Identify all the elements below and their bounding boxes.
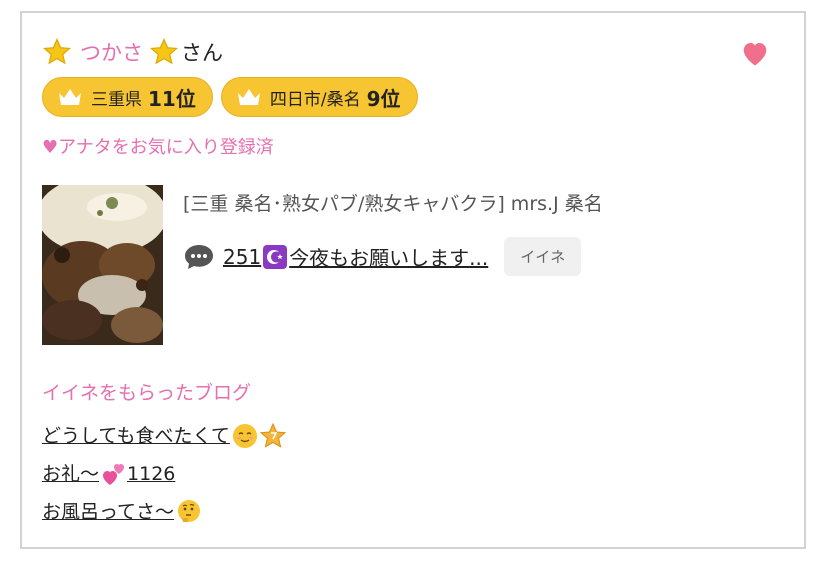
blog-title: どうしても食べたくて xyxy=(42,425,230,447)
crown-icon xyxy=(237,89,260,105)
ranking-badges: 三重県 11位 四日市/桑名 9位 xyxy=(42,77,418,117)
star-and-crescent-icon xyxy=(263,244,288,269)
liked-blogs-list: どうしても食べたくて お礼〜 1126 お風呂ってさ〜 xyxy=(42,417,286,531)
badge-label: 三重県 xyxy=(91,89,142,110)
shop-name: [三重 桑名･熟女パブ/熟女キャバクラ] mrs.J 桑名 xyxy=(183,193,603,215)
relieved-face-icon xyxy=(232,424,257,448)
heart-icon[interactable] xyxy=(740,39,770,67)
crown-icon xyxy=(59,89,81,105)
blog-link[interactable]: お風呂ってさ〜 xyxy=(42,493,286,531)
latest-post-row: 251 今夜もお願いします... イイネ xyxy=(183,237,582,276)
blog-title-suffix: 1126 xyxy=(127,463,176,485)
favorite-status: ♥アナタをお気に入り登録済 xyxy=(42,137,274,158)
like-button[interactable]: イイネ xyxy=(504,237,582,276)
post-thumbnail[interactable] xyxy=(42,185,163,345)
star-sparkle-icon xyxy=(259,423,286,448)
thinking-face-icon xyxy=(178,500,201,522)
badge-label: 四日市/桑名 xyxy=(269,89,361,110)
user-name-row: つかさ さん xyxy=(42,37,223,67)
honorific: さん xyxy=(181,41,223,65)
star-icon xyxy=(42,37,72,65)
user-card: つかさ さん 三重県 11位 四日市/桑名 9位 ♥アナタをお気に入り登録済 [… xyxy=(20,11,806,549)
comment-bubble-icon xyxy=(185,244,213,269)
user-name[interactable]: つかさ xyxy=(80,37,143,67)
blog-link[interactable]: お礼〜 1126 xyxy=(42,455,286,493)
ranking-badge-area[interactable]: 四日市/桑名 9位 xyxy=(220,77,418,117)
blog-link[interactable]: どうしても食べたくて xyxy=(42,417,286,455)
badge-rank: 9位 xyxy=(366,86,401,111)
post-link[interactable]: 251 今夜もお願いします... xyxy=(223,242,488,271)
liked-blogs-heading: イイネをもらったブログ xyxy=(42,382,252,404)
ranking-badge-prefecture[interactable]: 三重県 11位 xyxy=(42,77,213,117)
post-text: 今夜もお願いします... xyxy=(289,246,489,270)
food-photo xyxy=(42,185,163,345)
badge-rank: 11位 xyxy=(148,86,196,111)
blog-title: お礼〜 xyxy=(42,463,100,485)
star-icon xyxy=(149,37,179,65)
two-hearts-icon xyxy=(103,464,125,485)
post-text-prefix: 251 xyxy=(223,244,262,269)
blog-title: お風呂ってさ〜 xyxy=(42,501,175,523)
